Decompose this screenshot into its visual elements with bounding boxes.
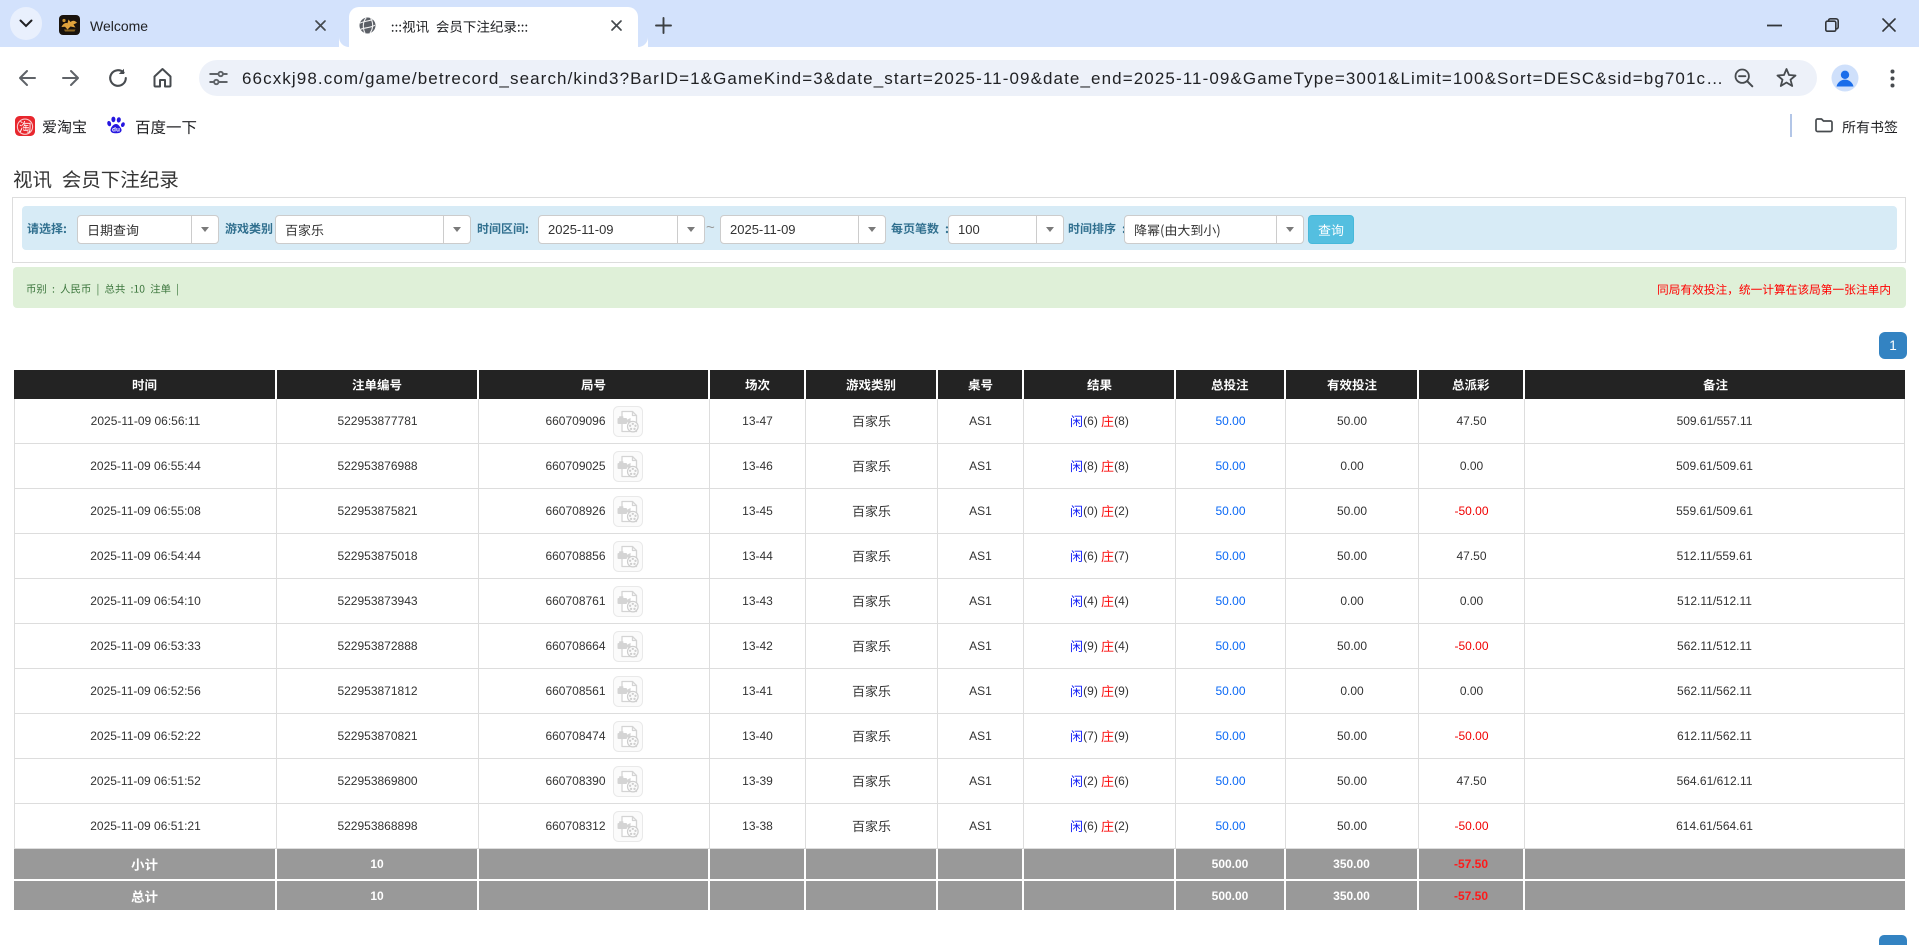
svg-text:du: du — [112, 126, 120, 133]
